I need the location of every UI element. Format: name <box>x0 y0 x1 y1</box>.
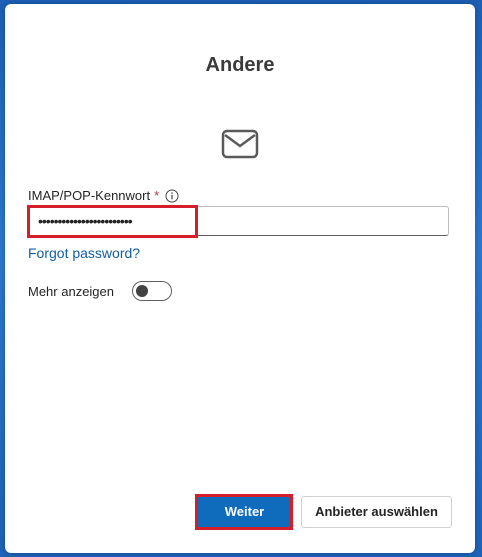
forgot-password-link[interactable]: Forgot password? <box>28 245 140 261</box>
show-more-label: Mehr anzeigen <box>28 284 114 299</box>
dialog: Andere IMAP/POP-Kennwort * Forgot passwo… <box>5 4 475 553</box>
choose-provider-button[interactable]: Anbieter auswählen <box>301 496 452 528</box>
continue-button[interactable]: Weiter <box>197 496 292 528</box>
show-more-toggle[interactable] <box>132 281 172 301</box>
password-label-text: IMAP/POP-Kennwort <box>28 188 151 203</box>
required-marker: * <box>154 188 160 203</box>
dialog-title: Andere <box>205 54 275 76</box>
envelope-icon <box>221 129 259 159</box>
info-icon[interactable] <box>165 189 179 203</box>
password-label: IMAP/POP-Kennwort * <box>28 188 179 203</box>
password-input[interactable] <box>27 206 449 236</box>
toggle-knob <box>136 285 148 297</box>
